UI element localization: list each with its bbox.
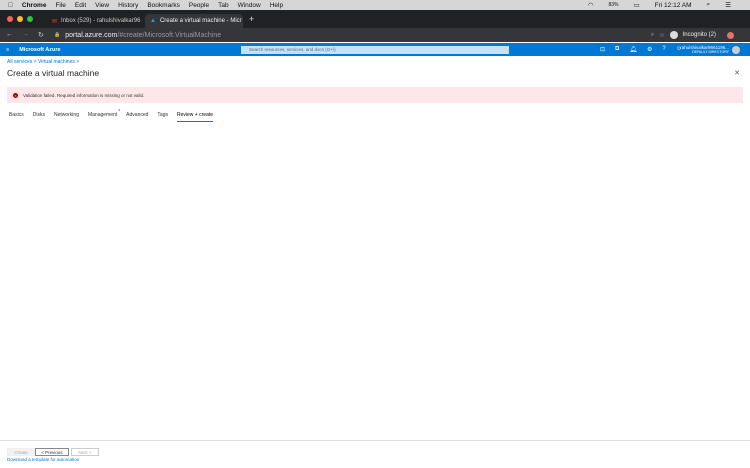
error-icon: × bbox=[13, 92, 18, 98]
directory-name: DEFAULT DIRECTORY bbox=[692, 50, 729, 54]
azure-brand[interactable]: Microsoft Azure bbox=[19, 47, 60, 53]
close-window-button[interactable] bbox=[7, 16, 13, 22]
page-title: Create a virtual machine bbox=[7, 68, 100, 78]
directory-filter-icon[interactable]: ⧉ bbox=[615, 46, 619, 53]
browser-tabstrip: ✉ Inbox (529) - rahulshivalkar96 × ▲ Cre… bbox=[0, 10, 750, 28]
bookmark-star-icon[interactable]: ☆ bbox=[659, 32, 664, 39]
menu-history[interactable]: History bbox=[118, 2, 138, 9]
menu-window[interactable]: Window bbox=[238, 2, 261, 9]
global-search-input[interactable]: Search resources, services, and docs (G+… bbox=[241, 45, 509, 54]
incognito-label[interactable]: Incognito (2) bbox=[683, 32, 716, 38]
hamburger-menu-icon[interactable]: ≡ bbox=[6, 47, 9, 53]
menu-help[interactable]: Help bbox=[270, 2, 283, 9]
next-button[interactable]: Next > bbox=[71, 448, 99, 456]
wifi-icon[interactable]: ◠ bbox=[588, 1, 594, 9]
reload-icon[interactable]: ↻ bbox=[38, 31, 44, 39]
create-button[interactable]: Create bbox=[7, 448, 35, 456]
error-indicator-icon: * bbox=[118, 109, 121, 115]
wizard-tabs: Basics Disks Networking Management * Adva… bbox=[9, 109, 213, 122]
profile-icon[interactable] bbox=[727, 31, 734, 39]
minimize-window-button[interactable] bbox=[17, 16, 23, 22]
notifications-icon[interactable]: 🔔︎ bbox=[629, 46, 637, 53]
settings-icon[interactable]: ⚙ bbox=[647, 46, 652, 53]
apple-icon[interactable]:  bbox=[8, 2, 13, 9]
lock-icon: 🔒 bbox=[54, 32, 61, 38]
forward-icon[interactable]: → bbox=[22, 31, 29, 39]
download-template-link[interactable]: Download a template for automation bbox=[7, 457, 79, 462]
previous-button[interactable]: < Previous bbox=[35, 448, 69, 456]
mac-menubar:  Chrome File Edit View History Bookmark… bbox=[0, 0, 750, 10]
tab-advanced[interactable]: Advanced bbox=[126, 112, 148, 122]
tab-create-vm[interactable]: ▲ Create a virtual machine - Micr × bbox=[145, 14, 243, 28]
tab-inbox[interactable]: ✉ Inbox (529) - rahulshivalkar96 × bbox=[47, 14, 145, 28]
menu-view[interactable]: View bbox=[95, 2, 109, 9]
tab-disks[interactable]: Disks bbox=[33, 112, 45, 122]
breadcrumb: All services > Virtual machines > bbox=[7, 59, 80, 65]
battery-icon: ▭ bbox=[633, 2, 640, 9]
breadcrumb-virtual-machines[interactable]: Virtual machines bbox=[38, 59, 75, 65]
zoom-icon[interactable]: ⌕ bbox=[651, 32, 654, 39]
tab-tags[interactable]: Tags bbox=[157, 112, 168, 122]
validation-banner: × Validation failed. Required informatio… bbox=[7, 87, 743, 103]
close-icon[interactable]: ✕ bbox=[734, 69, 740, 77]
tab-title: Create a virtual machine - Micr bbox=[159, 18, 242, 24]
menu-edit[interactable]: Edit bbox=[75, 2, 86, 9]
account-menu[interactable]: rahulshivalkar9661196... DEFAULT DIRECTOR… bbox=[680, 45, 740, 54]
back-icon[interactable]: ← bbox=[6, 31, 13, 39]
address-bar-row: ← → ↻ 🔒 portal.azure.com/#create/Microso… bbox=[0, 28, 750, 42]
tab-networking[interactable]: Networking bbox=[54, 112, 79, 122]
menu-chrome[interactable]: Chrome bbox=[22, 2, 47, 9]
footer: Create < Previous Next > Download a temp… bbox=[0, 440, 750, 468]
zoom-window-button[interactable] bbox=[27, 16, 33, 22]
incognito-icon bbox=[669, 31, 678, 39]
spotlight-icon[interactable]: ⌕ bbox=[707, 1, 711, 9]
tab-title: Inbox (529) - rahulshivalkar96 bbox=[61, 18, 141, 24]
battery-text[interactable]: 83% bbox=[609, 2, 619, 8]
url-field[interactable]: portal.azure.com/#create/Microsoft.Virtu… bbox=[65, 32, 221, 39]
avatar bbox=[732, 45, 740, 54]
validation-message: Validation failed. Required information … bbox=[23, 92, 145, 98]
breadcrumb-all-services[interactable]: All services bbox=[7, 59, 32, 65]
tab-basics[interactable]: Basics bbox=[9, 112, 24, 122]
menu-bookmarks[interactable]: Bookmarks bbox=[147, 2, 180, 9]
tab-management[interactable]: Management * bbox=[88, 109, 121, 122]
azure-header: ≡ Microsoft Azure Search resources, serv… bbox=[0, 43, 750, 56]
control-center-icon[interactable]: ☰ bbox=[725, 1, 731, 9]
cloud-shell-icon[interactable]: ⊡ bbox=[600, 46, 605, 53]
menu-people[interactable]: People bbox=[189, 2, 209, 9]
tab-review-create[interactable]: Review + create bbox=[176, 112, 213, 122]
gmail-icon: ✉ bbox=[52, 18, 58, 25]
clock[interactable]: Fri 12:12 AM bbox=[655, 2, 692, 9]
new-tab-icon[interactable]: + bbox=[249, 14, 254, 24]
azure-icon: ▲ bbox=[150, 18, 156, 24]
help-icon[interactable]: ? bbox=[662, 46, 665, 53]
menu-file[interactable]: File bbox=[55, 2, 65, 9]
menu-tab[interactable]: Tab bbox=[218, 2, 228, 9]
